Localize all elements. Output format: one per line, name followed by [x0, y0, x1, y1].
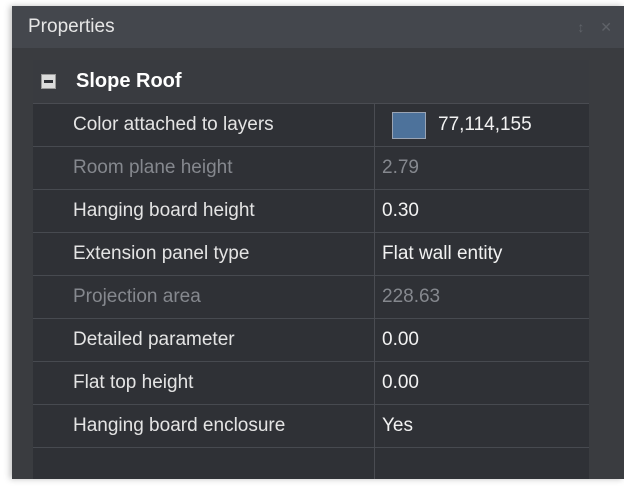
property-value: 2.79 [382, 157, 419, 178]
property-row-hanging-board-height[interactable]: Hanging board height 0.30 [33, 190, 589, 233]
collapse-icon[interactable] [41, 74, 56, 89]
property-row-color[interactable]: Color attached to layers 77,114,155 [33, 104, 589, 147]
panel-window-icons[interactable]: ↕ ✕ [577, 6, 618, 48]
panel-titlebar: Properties ↕ ✕ [12, 6, 624, 48]
panel-title: Properties [28, 16, 115, 37]
property-name: Hanging board height [73, 200, 255, 221]
property-grid: Slope Roof Color attached to layers 77,1… [33, 60, 589, 479]
property-row-detailed-parameter[interactable]: Detailed parameter 0.00 [33, 319, 589, 362]
property-row-room-plane-height: Room plane height 2.79 [33, 147, 589, 190]
group-title: Slope Roof [76, 70, 182, 92]
property-row-flat-top-height[interactable]: Flat top height 0.00 [33, 362, 589, 405]
properties-panel: Properties ↕ ✕ Slope Roof Color attached… [12, 6, 624, 479]
property-value[interactable]: Yes [382, 405, 582, 447]
group-header-slope-roof[interactable]: Slope Roof [33, 60, 589, 104]
property-name: Flat top height [73, 372, 194, 393]
property-value[interactable]: 0.30 [382, 190, 582, 232]
property-name: Room plane height [73, 157, 233, 178]
property-name [73, 448, 373, 490]
property-value: 228.63 [382, 286, 441, 307]
panel-right-gutter [589, 60, 624, 479]
property-row-hanging-board-enclosure[interactable]: Hanging board enclosure Yes [33, 405, 589, 448]
color-swatch[interactable] [392, 112, 426, 139]
property-value[interactable]: 0.00 [382, 362, 582, 404]
column-divider[interactable] [374, 104, 375, 479]
property-row-extension-panel-type[interactable]: Extension panel type Flat wall entity [33, 233, 589, 276]
property-name: Detailed parameter [73, 329, 235, 350]
property-value [382, 448, 582, 490]
property-name: Projection area [73, 286, 201, 307]
property-name: Hanging board enclosure [73, 415, 286, 436]
property-row-empty [33, 448, 589, 479]
property-value[interactable]: 0.00 [382, 319, 582, 361]
property-row-projection-area: Projection area 228.63 [33, 276, 589, 319]
property-name: Extension panel type [73, 243, 250, 264]
property-value[interactable]: 77,114,155 [438, 104, 532, 146]
property-value[interactable]: Flat wall entity [382, 233, 582, 275]
property-name: Color attached to layers [73, 114, 274, 135]
